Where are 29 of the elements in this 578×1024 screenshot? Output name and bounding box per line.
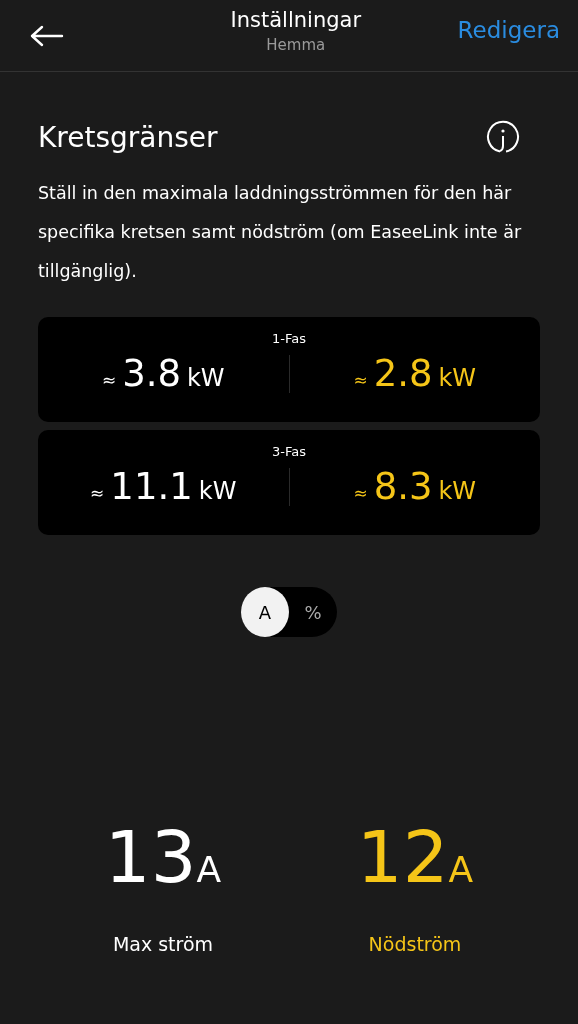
section-title: Kretsgränser: [38, 120, 218, 154]
current-unit: A: [196, 849, 222, 890]
approx-sign: ≈: [90, 483, 105, 503]
screen-subtitle: Hemma: [266, 35, 326, 54]
power-value: 3.8: [122, 352, 181, 395]
power-value: 8.3: [373, 465, 433, 508]
screen-title: Inställningar: [230, 7, 362, 32]
unit-option[interactable]: %: [289, 587, 337, 637]
limit-label: Max ström: [112, 933, 214, 955]
description-text: Ställ in den maximala laddningsströmmen för den här specifika kretsen samt nödström (om EaseeLink inte är tillgänglig).: [38, 182, 523, 283]
unit-option[interactable]: A: [241, 587, 289, 637]
current-value: 12: [356, 817, 449, 897]
power-unit: kW: [186, 364, 225, 392]
current-value: 13: [104, 817, 197, 897]
current-unit: A: [448, 849, 474, 890]
back-arrow-icon[interactable]: [30, 24, 64, 47]
phase-label: 1-Fas: [272, 331, 306, 346]
power-value: 2.8: [373, 352, 433, 395]
approx-sign: ≈: [353, 483, 368, 503]
edit-button[interactable]: Redigera: [457, 16, 560, 43]
power-unit: kW: [438, 477, 477, 505]
limit-label: Nödström: [368, 933, 462, 955]
approx-sign: ≈: [101, 370, 117, 390]
approx-sign: ≈: [353, 370, 368, 390]
power-unit: kW: [198, 477, 237, 505]
power-value: 11.1: [110, 465, 193, 508]
power-unit: kW: [438, 364, 477, 392]
phase-label: 3-Fas: [272, 444, 306, 459]
info-icon[interactable]: [486, 120, 520, 154]
